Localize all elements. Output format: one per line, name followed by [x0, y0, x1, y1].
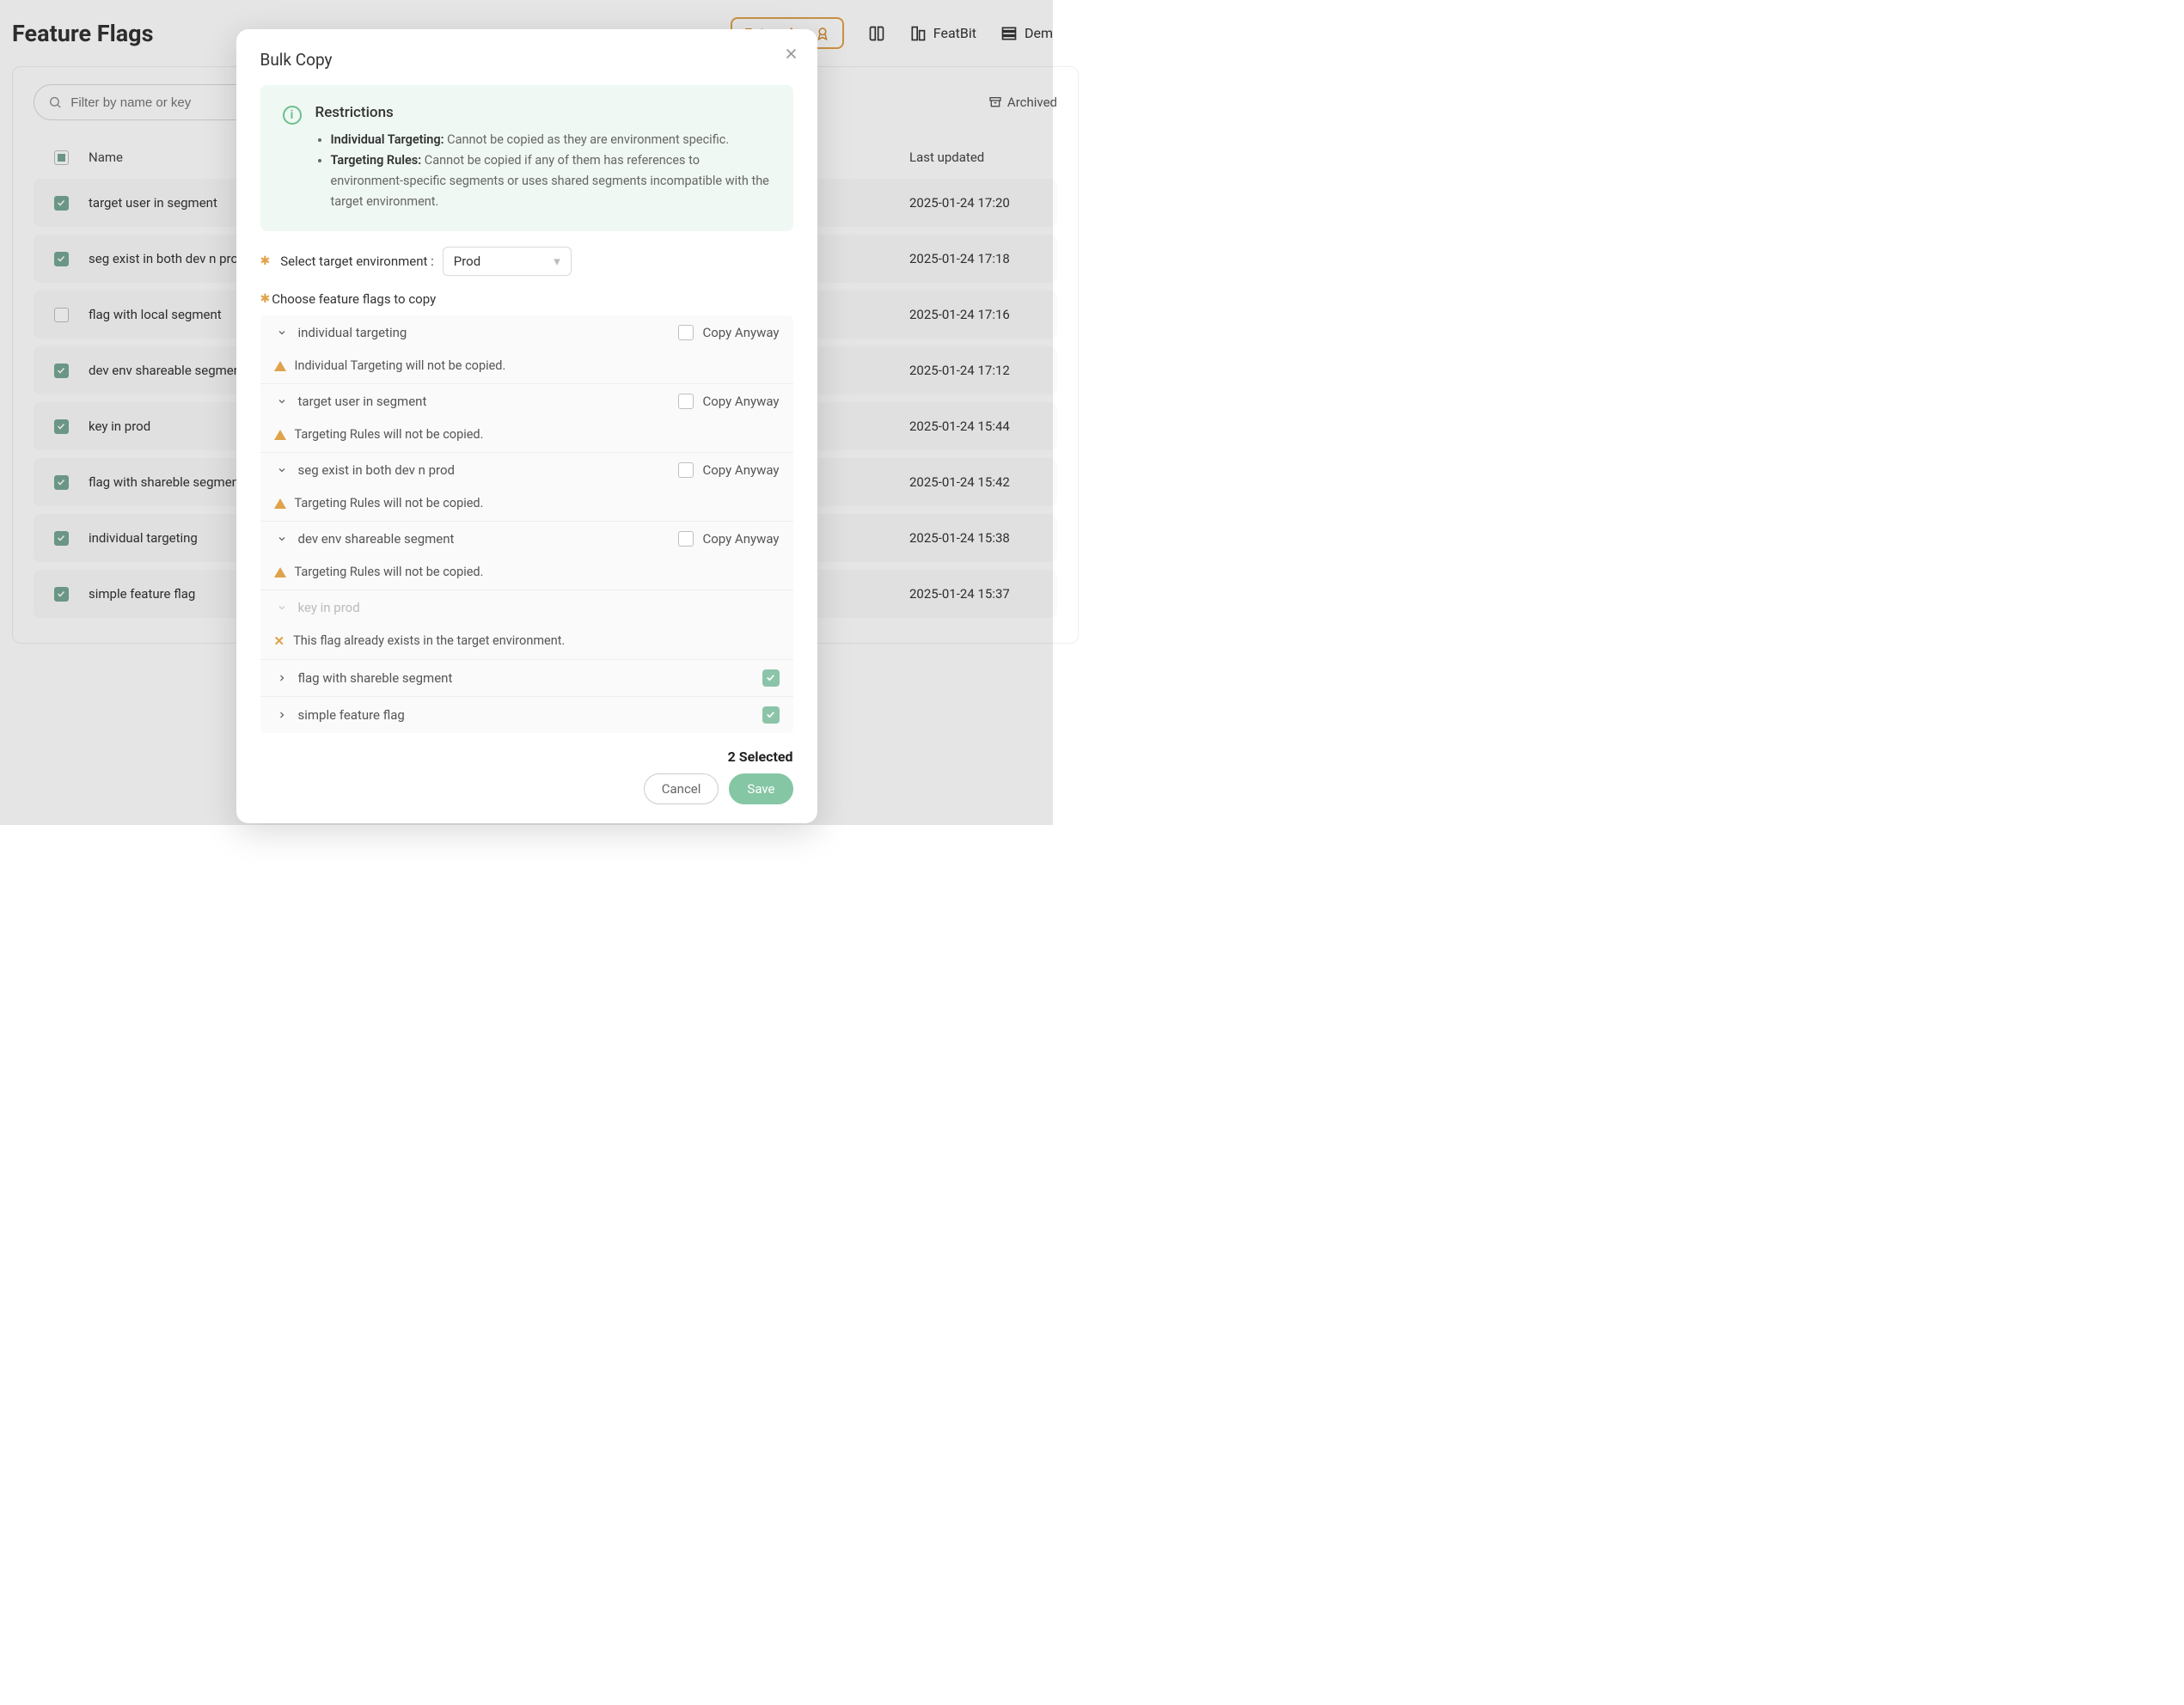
flag-copy-item: dev env shareable segment Copy Anyway Targ…	[260, 522, 793, 590]
copy-anyway-checkbox[interactable]	[678, 462, 694, 478]
copy-anyway-label: Copy Anyway	[702, 462, 779, 478]
flag-item-name: flag with shareble segment	[298, 670, 762, 686]
warning-icon	[274, 361, 286, 371]
flag-item-warning: ✕ This flag already exists in the target …	[260, 625, 793, 659]
bulk-copy-modal: Bulk Copy i Restrictions Individual Targ…	[236, 29, 817, 823]
chevron-down-icon	[274, 602, 290, 613]
flag-item-warning: Targeting Rules will not be copied.	[260, 556, 793, 590]
required-star-icon: ✱	[260, 292, 271, 306]
warning-icon	[274, 567, 286, 578]
chevron-right-icon	[274, 710, 290, 720]
flag-item-name: key in prod	[298, 600, 780, 615]
choose-label: ✱ Choose feature flags to copy	[260, 291, 793, 307]
copy-anyway[interactable]: Copy Anyway	[678, 531, 779, 547]
warning-text: Targeting Rules will not be copied.	[295, 496, 484, 510]
env-select[interactable]: Prod ▾	[443, 247, 572, 276]
chevron-down-icon	[274, 396, 290, 406]
copy-anyway-checkbox[interactable]	[678, 531, 694, 547]
chevron-down-icon	[274, 465, 290, 475]
chevron-down-icon	[274, 534, 290, 544]
flag-item-header[interactable]: simple feature flag	[260, 697, 793, 733]
flag-copy-item: flag with shareble segment	[260, 660, 793, 697]
selected-checkbox[interactable]	[762, 706, 780, 724]
flag-item-header[interactable]: seg exist in both dev n prod Copy Anyway	[260, 453, 793, 487]
flag-item-header[interactable]: key in prod	[260, 590, 793, 625]
flag-item-name: simple feature flag	[298, 707, 762, 723]
warning-icon	[274, 430, 286, 440]
copy-anyway[interactable]: Copy Anyway	[678, 325, 779, 340]
warning-icon	[274, 498, 286, 509]
flag-item-warning: Targeting Rules will not be copied.	[260, 487, 793, 521]
close-icon	[784, 46, 798, 61]
info-icon: i	[283, 106, 302, 125]
modal-title: Bulk Copy	[260, 50, 793, 70]
restrictions-box: i Restrictions Individual Targeting: Can…	[260, 85, 793, 231]
flag-item-name: target user in segment	[298, 394, 679, 409]
env-label: Select target environment :	[280, 254, 434, 269]
copy-anyway-label: Copy Anyway	[702, 394, 779, 409]
flag-copy-item: seg exist in both dev n prod Copy Anyway T…	[260, 453, 793, 522]
warning-text: Targeting Rules will not be copied.	[295, 427, 484, 442]
selected-count: 2 Selected	[260, 749, 793, 765]
error-icon: ✕	[274, 633, 285, 649]
flag-item-name: seg exist in both dev n prod	[298, 462, 679, 478]
flag-item-warning: Individual Targeting will not be copied.	[260, 350, 793, 383]
flag-item-name: individual targeting	[298, 325, 679, 340]
selected-checkbox[interactable]	[762, 669, 780, 687]
copy-anyway-label: Copy Anyway	[702, 325, 779, 340]
cancel-button[interactable]: Cancel	[644, 773, 719, 804]
required-star-icon: ✱	[260, 254, 271, 268]
env-value: Prod	[454, 254, 480, 269]
modal-overlay: Bulk Copy i Restrictions Individual Targ…	[0, 0, 1053, 825]
chevron-down-icon: ▾	[554, 254, 560, 269]
close-button[interactable]	[784, 46, 798, 61]
flag-copy-item: simple feature flag	[260, 697, 793, 733]
copy-anyway[interactable]: Copy Anyway	[678, 462, 779, 478]
chevron-down-icon	[274, 327, 290, 338]
env-select-row: ✱ Select target environment : Prod ▾	[260, 247, 793, 276]
flag-item-header[interactable]: target user in segment Copy Anyway	[260, 384, 793, 419]
save-button[interactable]: Save	[729, 773, 792, 804]
chevron-right-icon	[274, 673, 290, 683]
restriction-item: Targeting Rules: Cannot be copied if any…	[331, 150, 774, 212]
flag-copy-item: key in prod ✕ This flag already exists in …	[260, 590, 793, 660]
copy-anyway-checkbox[interactable]	[678, 394, 694, 409]
warning-text: Targeting Rules will not be copied.	[295, 565, 484, 579]
modal-footer: Cancel Save	[260, 773, 793, 804]
restriction-item: Individual Targeting: Cannot be copied a…	[331, 130, 774, 150]
warning-text: Individual Targeting will not be copied.	[295, 358, 506, 373]
warning-text: This flag already exists in the target e…	[293, 633, 565, 648]
flag-copy-item: individual targeting Copy Anyway Individua…	[260, 315, 793, 384]
restrictions-body: Restrictions Individual Targeting: Canno…	[315, 104, 774, 212]
flag-copy-item: target user in segment Copy Anyway Targeti…	[260, 384, 793, 453]
copy-anyway[interactable]: Copy Anyway	[678, 394, 779, 409]
flag-item-warning: Targeting Rules will not be copied.	[260, 419, 793, 452]
restrictions-heading: Restrictions	[315, 104, 774, 121]
flag-copy-list: individual targeting Copy Anyway Individua…	[260, 315, 793, 733]
flag-item-header[interactable]: individual targeting Copy Anyway	[260, 315, 793, 350]
flag-item-name: dev env shareable segment	[298, 531, 679, 547]
copy-anyway-label: Copy Anyway	[702, 531, 779, 547]
flag-item-header[interactable]: flag with shareble segment	[260, 660, 793, 696]
flag-item-header[interactable]: dev env shareable segment Copy Anyway	[260, 522, 793, 556]
copy-anyway-checkbox[interactable]	[678, 325, 694, 340]
